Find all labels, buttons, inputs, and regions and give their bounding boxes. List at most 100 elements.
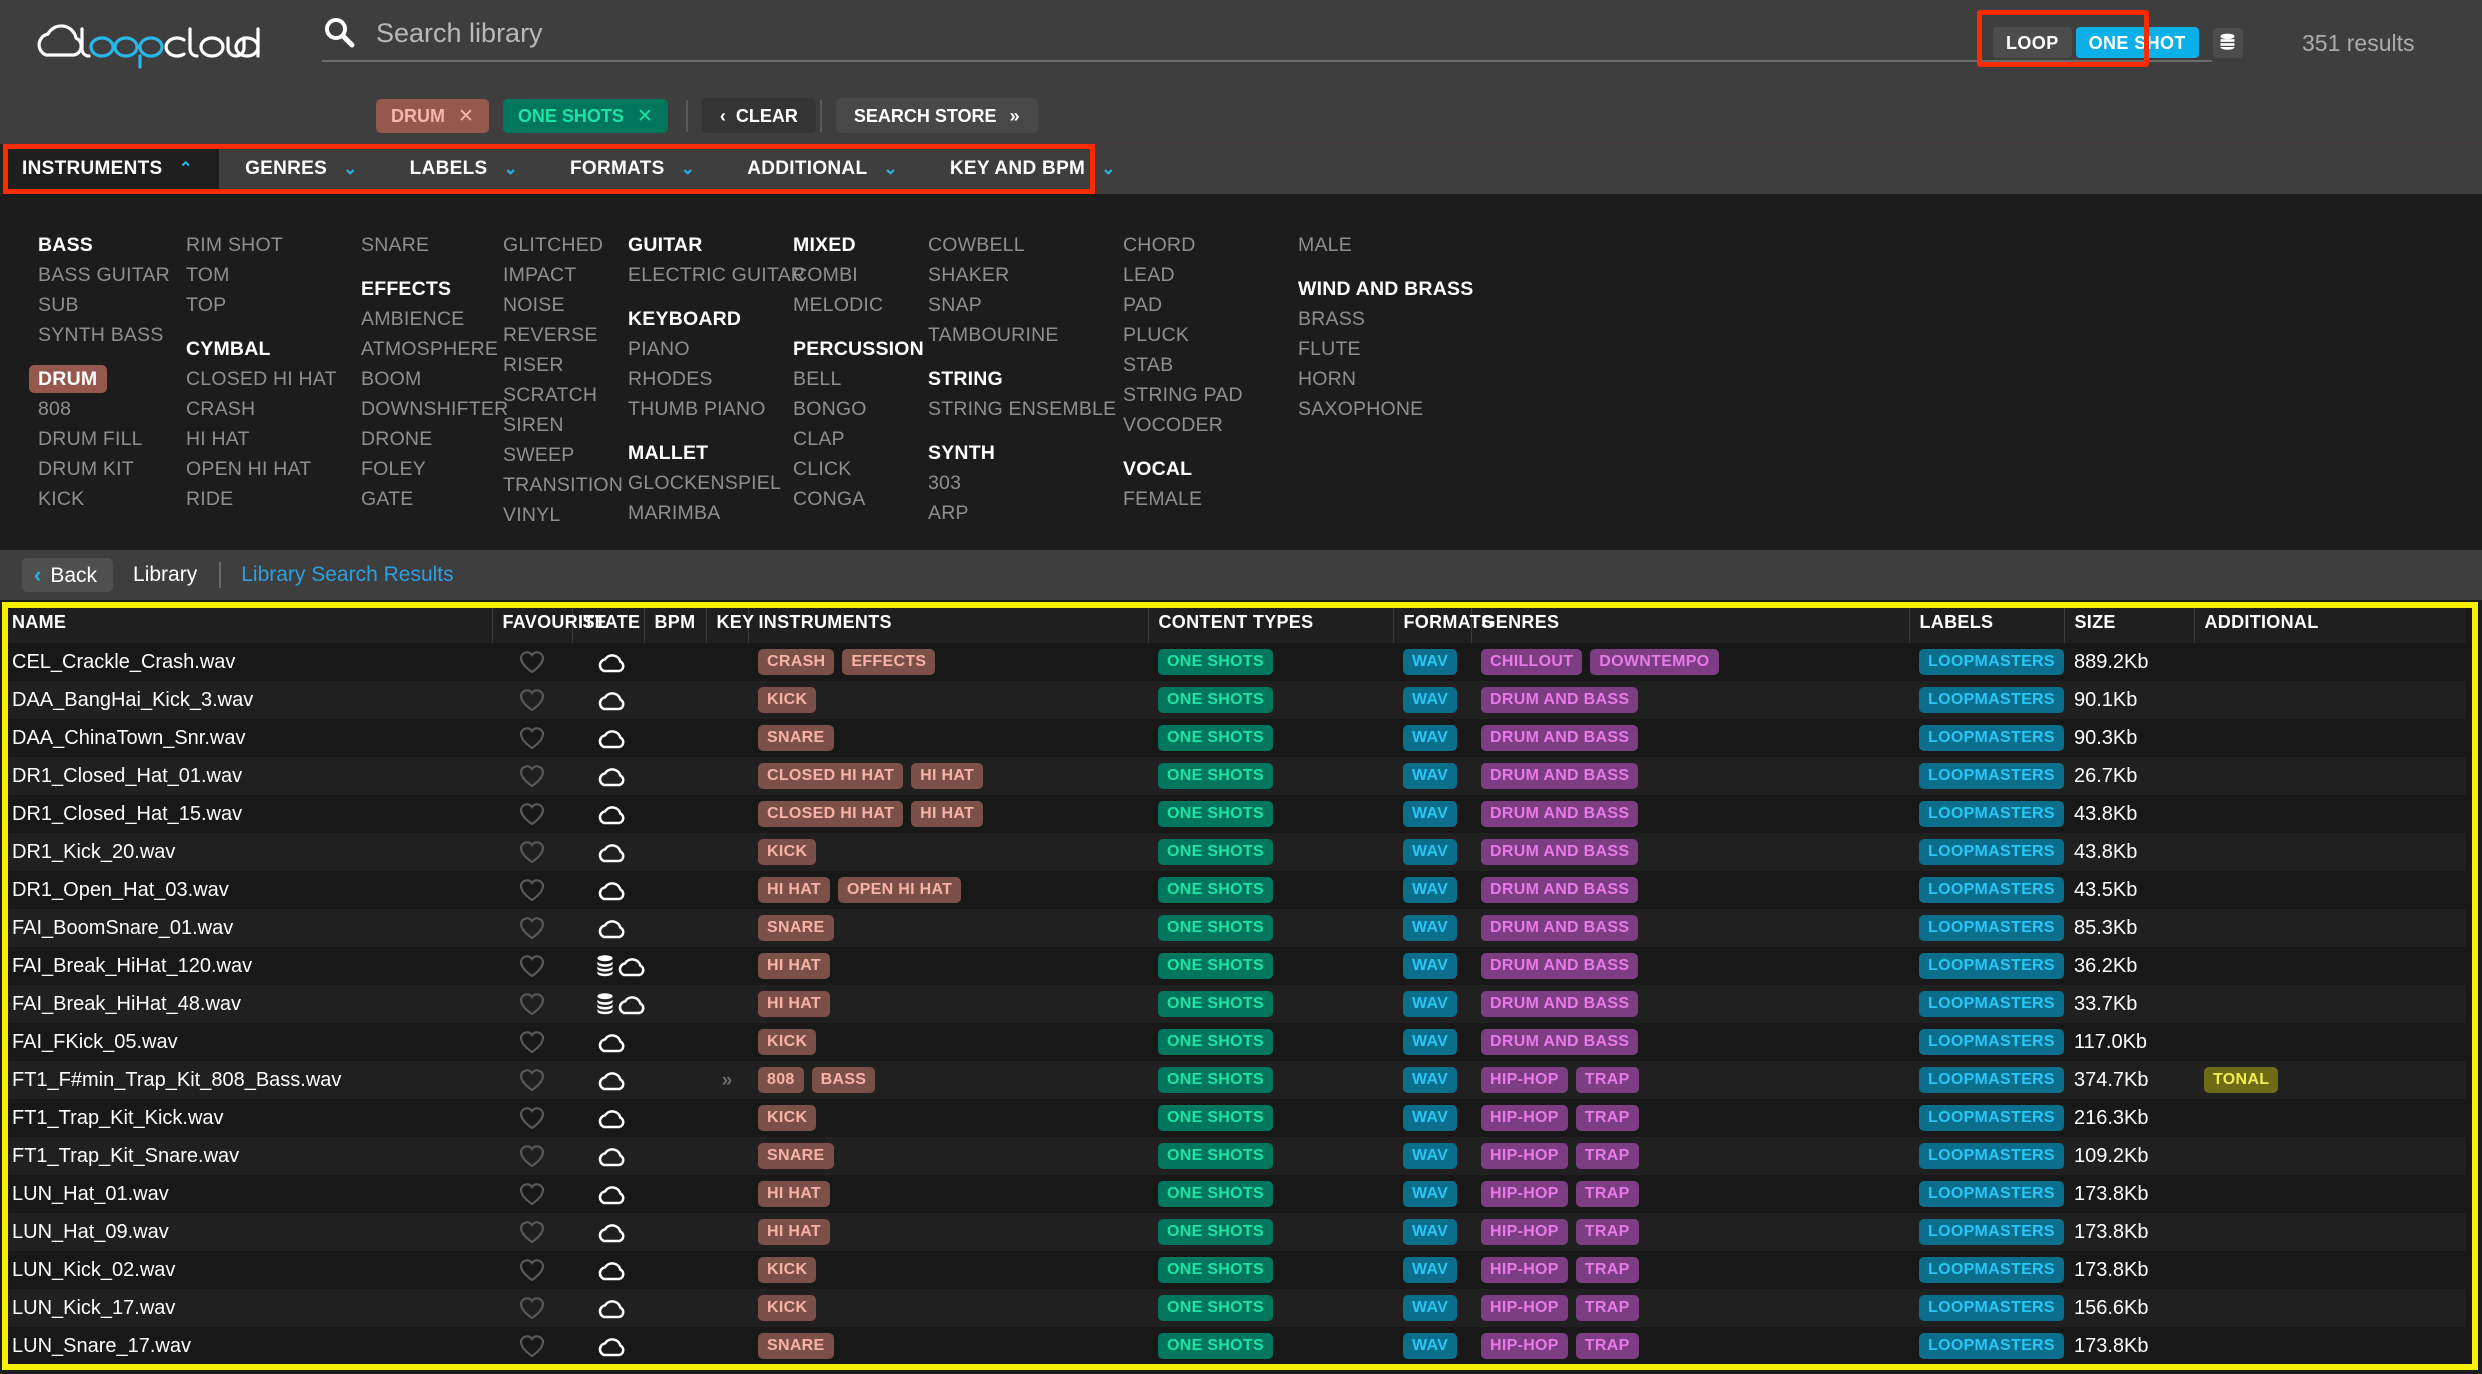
facet-item-drone[interactable]: DRONE [361,424,503,454]
column-header-instruments[interactable]: INSTRUMENTS [748,602,1149,643]
facet-item-bell[interactable]: BELL [793,364,928,394]
column-header-formats[interactable]: FORMATS [1393,602,1493,643]
tag-one-shots[interactable]: ONE SHOTS [1158,649,1273,675]
tag-loopmasters[interactable]: LOOPMASTERS [1919,687,2064,713]
tag-chillout[interactable]: CHILLOUT [1481,649,1583,675]
facet-group-heading[interactable]: VOCAL [1123,454,1298,484]
cell-state[interactable] [572,757,644,795]
filter-chip-drum[interactable]: DRUM ✕ [376,98,489,133]
tag-loopmasters[interactable]: LOOPMASTERS [1919,953,2064,979]
column-header-size[interactable]: SIZE [2064,602,2195,643]
tag-one-shots[interactable]: ONE SHOTS [1158,1029,1273,1055]
facet-item-bongo[interactable]: BONGO [793,394,928,424]
tag-kick[interactable]: KICK [758,839,817,865]
tag-one-shots[interactable]: ONE SHOTS [1158,1295,1273,1321]
facet-item-rhodes[interactable]: RHODES [628,364,793,394]
cell-key[interactable] [706,833,748,871]
cell-name[interactable]: CEL_Crackle_Crash.wav [2,643,492,681]
facet-item-noise[interactable]: NOISE [503,290,628,320]
tag-loopmasters[interactable]: LOOPMASTERS [1919,801,2064,827]
cell-key[interactable] [706,1023,748,1061]
results-table-container[interactable]: NAME FAVOURITE STATE BPM KEY INSTRUMENTS CONTE… [2,602,2478,1370]
facet-group-heading[interactable]: WIND AND BRASS [1298,274,1473,304]
tag-crash[interactable]: CRASH [758,649,835,675]
tag-loopmasters[interactable]: LOOPMASTERS [1919,877,2064,903]
breadcrumb-item-current[interactable]: Library Search Results [241,563,453,587]
one-shot-mode-button[interactable]: ONE SHOT [2075,27,2199,58]
tag-trap[interactable]: TRAP [1575,1105,1639,1131]
cloud-icon[interactable] [596,688,628,712]
tag-loopmasters[interactable]: LOOPMASTERS [1919,1029,2064,1055]
facet-item-synth-bass[interactable]: SYNTH BASS [38,320,186,350]
tag-wav[interactable]: WAV [1403,915,1458,941]
cloud-icon[interactable] [596,1296,628,1320]
cell-key[interactable] [706,643,748,681]
tag-hi-hat[interactable]: HI HAT [758,877,830,903]
facet-item-open-hi-hat[interactable]: OPEN HI HAT [186,454,361,484]
facet-item-flute[interactable]: FLUTE [1298,334,1458,364]
tag-wav[interactable]: WAV [1403,1181,1458,1207]
table-row[interactable]: DR1_Closed_Hat_15.wav CLOSED HI HAT HI HAT… [2,795,2466,833]
clear-filters-button[interactable]: ‹ CLEAR [701,98,816,133]
tag-wav[interactable]: WAV [1403,725,1458,751]
favourite-heart-icon[interactable] [492,909,572,947]
cloud-icon[interactable] [596,878,628,902]
cell-name[interactable]: DR1_Closed_Hat_15.wav [2,795,492,833]
tag-one-shots[interactable]: ONE SHOTS [1158,1219,1273,1245]
cell-state[interactable] [572,985,645,1023]
cell-name[interactable]: FAI_FKick_05.wav [2,1023,492,1061]
tag-tonal[interactable]: TONAL [2204,1067,2279,1093]
cloud-icon[interactable] [596,764,628,788]
cloud-icon[interactable] [596,726,628,750]
tag-wav[interactable]: WAV [1403,1143,1458,1169]
favourite-heart-icon[interactable] [492,1137,572,1175]
facet-item-clap[interactable]: CLAP [793,424,928,454]
cell-key[interactable] [706,795,748,833]
tag-wav[interactable]: WAV [1403,839,1458,865]
chevron-double-right-icon[interactable]: » [722,1070,733,1091]
close-icon[interactable]: ✕ [637,107,653,126]
facet-item-chord[interactable]: CHORD [1123,230,1298,260]
tag-trap[interactable]: TRAP [1575,1181,1639,1207]
tag-one-shots[interactable]: ONE SHOTS [1158,1067,1273,1093]
tag-wav[interactable]: WAV [1403,1029,1458,1055]
cloud-icon[interactable] [596,1258,628,1282]
tag-hip-hop[interactable]: HIP-HOP [1481,1333,1568,1359]
cell-state[interactable] [572,871,644,909]
cell-key[interactable] [706,1137,748,1175]
facet-item-snare[interactable]: SNARE [361,230,503,260]
cell-state[interactable] [572,909,644,947]
facet-item-pluck[interactable]: PLUCK [1123,320,1298,350]
table-row[interactable]: LUN_Kick_17.wav KICK ONE SHOTS WAV HIP-HOP TR… [2,1289,2466,1327]
favourite-heart-icon[interactable] [492,1175,572,1213]
table-row[interactable]: LUN_Kick_02.wav KICK ONE SHOTS WAV HIP-HOP TR… [2,1251,2466,1289]
table-row[interactable]: DAA_BangHai_Kick_3.wav KICK ONE SHOTS WAV DR… [2,681,2466,719]
table-row[interactable]: LUN_Hat_01.wav HI HAT ONE SHOTS WAV HIP-HOP T… [2,1175,2466,1213]
tag-one-shots[interactable]: ONE SHOTS [1158,877,1273,903]
column-header-favourite[interactable]: FAVOURITE [492,602,607,643]
search-store-button[interactable]: SEARCH STORE » [835,98,1038,133]
facet-item-arp[interactable]: ARP [928,498,1123,528]
facet-item-sweep[interactable]: SWEEP [503,440,628,470]
tag-wav[interactable]: WAV [1403,763,1458,789]
tag-drum-and-bass[interactable]: DRUM AND BASS [1481,877,1639,903]
table-row[interactable]: FT1_F#min_Trap_Kit_808_Bass.wav » 808 BASS O… [2,1061,2466,1099]
cloud-icon[interactable] [596,1068,628,1092]
tag-wav[interactable]: WAV [1403,953,1458,979]
cell-key[interactable] [706,1099,748,1137]
tag-hip-hop[interactable]: HIP-HOP [1481,1295,1568,1321]
tag-hip-hop[interactable]: HIP-HOP [1481,1219,1568,1245]
table-row[interactable]: FAI_BoomSnare_01.wav SNARE ONE SHOTS WAV DRU… [2,909,2466,947]
tag-snare[interactable]: SNARE [758,725,834,751]
cell-state[interactable] [572,1251,644,1289]
tag-loopmasters[interactable]: LOOPMASTERS [1919,1295,2064,1321]
table-row[interactable]: LUN_Hat_09.wav HI HAT ONE SHOTS WAV HIP-HOP T… [2,1213,2466,1251]
column-header-additional[interactable]: ADDITIONAL [2194,602,2466,643]
close-icon[interactable]: ✕ [458,107,474,126]
table-row[interactable]: LUN_Snare_17.wav SNARE ONE SHOTS WAV HIP-HOP… [2,1327,2466,1365]
tag-808[interactable]: 808 [758,1067,804,1093]
facet-tab-formats[interactable]: FORMATS ⌄ [544,144,721,194]
cell-key[interactable] [706,1251,748,1289]
cell-name[interactable]: LUN_Kick_02.wav [2,1251,492,1289]
favourite-heart-icon[interactable] [492,985,572,1023]
